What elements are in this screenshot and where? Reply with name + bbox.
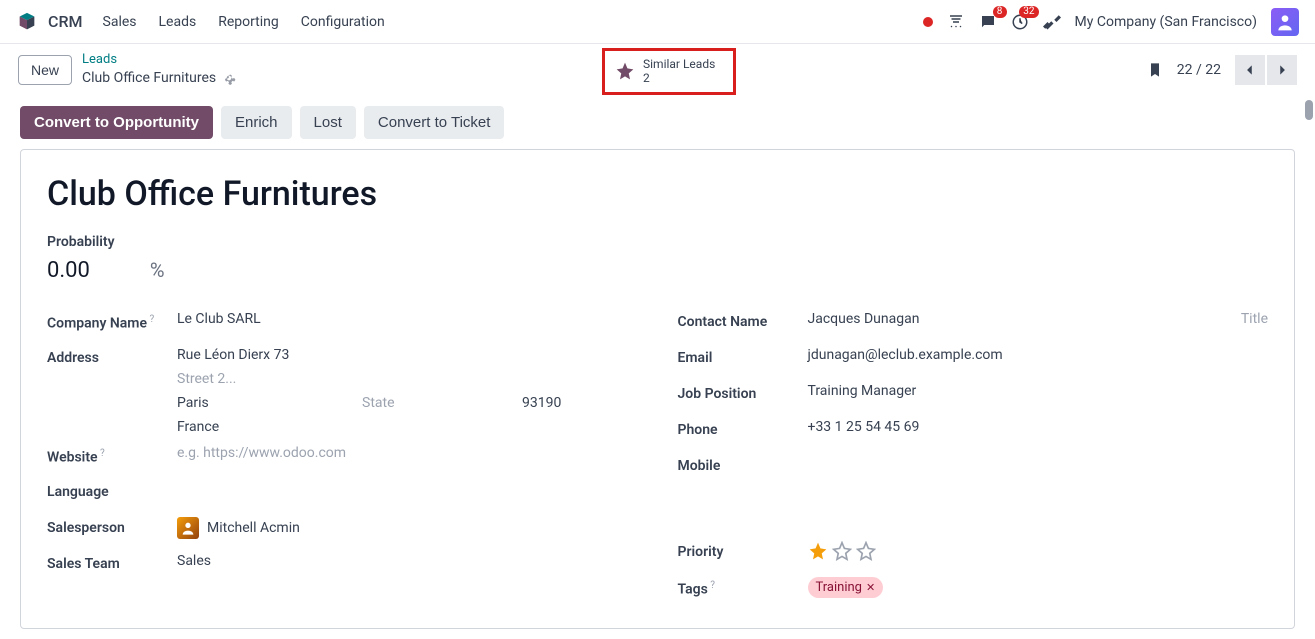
job-label: Job Position [678,383,808,402]
star-icon [615,61,635,81]
probability-value[interactable]: 0.00 [47,258,90,283]
similar-leads-label: Similar Leads [643,57,715,71]
website-label: Website [47,445,177,466]
tag-text: Training [816,580,862,595]
language-label: Language [47,481,177,500]
address-block: Rue Léon Dierx 73 Street 2... Paris Stat… [177,347,638,435]
email-value[interactable]: jdunagan@leclub.example.com [808,347,1269,363]
messages-badge: 8 [993,6,1007,18]
phone-icon[interactable] [947,13,965,31]
tools-icon[interactable] [1043,13,1061,31]
sales-team-label: Sales Team [47,553,177,572]
contact-title-input[interactable]: Title [1241,311,1268,327]
form-columns: Company Name Le Club SARL Address Rue Lé… [47,311,1268,613]
salesperson-name: Mitchell Acmin [207,520,300,536]
topbar: CRM Sales Leads Reporting Configuration … [0,0,1315,44]
phone-label: Phone [678,419,808,438]
mobile-label: Mobile [678,455,808,474]
company-selector[interactable]: My Company (San Francisco) [1075,14,1257,30]
left-column: Company Name Le Club SARL Address Rue Lé… [47,311,638,613]
tags-label: Tags [678,577,808,598]
nav-item-reporting[interactable]: Reporting [218,14,279,30]
star-3-icon[interactable] [856,541,876,561]
messages-icon[interactable]: 8 [979,13,997,31]
form-sheet: Club Office Furnitures Probability 0.00 … [20,149,1295,629]
nav-item-leads[interactable]: Leads [159,14,197,30]
breadcrumb-parent[interactable]: Leads [82,52,236,69]
state-input[interactable]: State [362,395,522,411]
city-input[interactable]: Paris [177,395,362,411]
priority-label: Priority [678,541,808,560]
activities-badge: 32 [1019,6,1038,18]
probability-label: Probability [47,234,1268,250]
salesperson-avatar-icon [177,517,199,539]
similar-leads-button[interactable]: Similar Leads 2 [602,48,736,95]
gear-icon[interactable] [222,71,236,85]
action-bar: Convert to Opportunity Enrich Lost Conve… [0,96,1315,149]
contact-name-label: Contact Name [678,311,808,330]
nav-item-sales[interactable]: Sales [103,14,137,30]
pager-prev-button[interactable] [1235,55,1265,85]
tags-value[interactable]: Training ✕ [808,577,1269,598]
sales-team-value[interactable]: Sales [177,553,638,569]
contact-name-row: Jacques Dunagan Title [808,311,1269,327]
subheader-right: 22 / 22 [1147,55,1297,85]
star-2-icon[interactable] [832,541,852,561]
website-input[interactable]: e.g. https://www.odoo.com [177,445,638,461]
country-input[interactable]: France [177,419,638,435]
street1-input[interactable]: Rue Léon Dierx 73 [177,347,638,363]
street2-input[interactable]: Street 2... [177,371,638,387]
lost-button[interactable]: Lost [300,106,356,139]
zip-input[interactable]: 93190 [522,395,561,411]
new-button[interactable]: New [18,55,72,85]
convert-opportunity-button[interactable]: Convert to Opportunity [20,106,213,139]
probability-percent: % [150,258,165,282]
subheader: New Leads Club Office Furnitures Similar… [0,44,1315,96]
recording-indicator-icon [923,17,933,27]
breadcrumb-current: Club Office Furnitures [82,69,236,87]
probability-row: 0.00 % [47,258,1268,283]
pager-buttons [1235,55,1297,85]
tag-training[interactable]: Training ✕ [808,577,884,598]
priority-stars[interactable] [808,541,1269,561]
similar-leads-count: 2 [643,71,715,85]
email-label: Email [678,347,808,366]
company-name-value[interactable]: Le Club SARL [177,311,638,327]
activities-icon[interactable]: 32 [1011,13,1029,31]
topbar-right: 8 32 My Company (San Francisco) [923,8,1299,36]
breadcrumb: Leads Club Office Furnitures [82,52,236,87]
right-column: Contact Name Jacques Dunagan Title Email… [678,311,1269,613]
app-name[interactable]: CRM [48,12,83,31]
salesperson-value[interactable]: Mitchell Acmin [177,517,638,539]
record-title[interactable]: Club Office Furnitures [47,174,1268,214]
contact-name-value[interactable]: Jacques Dunagan [808,311,1221,327]
pager-text[interactable]: 22 / 22 [1177,62,1221,78]
user-avatar[interactable] [1271,8,1299,36]
enrich-button[interactable]: Enrich [221,106,292,139]
job-value[interactable]: Training Manager [808,383,1269,399]
pager-next-button[interactable] [1267,55,1297,85]
star-1-icon[interactable] [808,541,828,561]
nav-item-configuration[interactable]: Configuration [301,14,385,30]
similar-leads-text: Similar Leads 2 [643,57,715,86]
company-name-label: Company Name [47,311,177,332]
phone-value[interactable]: +33 1 25 54 45 69 [808,419,1269,435]
scrollbar-thumb[interactable] [1305,100,1313,120]
convert-ticket-button[interactable]: Convert to Ticket [364,106,505,139]
nav-menu: Sales Leads Reporting Configuration [103,14,385,30]
breadcrumb-current-text: Club Office Furnitures [82,69,216,87]
address-label: Address [47,347,177,366]
bookmark-icon[interactable] [1147,62,1163,78]
salesperson-label: Salesperson [47,517,177,536]
app-logo-icon[interactable] [16,11,38,33]
tag-remove-icon[interactable]: ✕ [866,581,875,594]
